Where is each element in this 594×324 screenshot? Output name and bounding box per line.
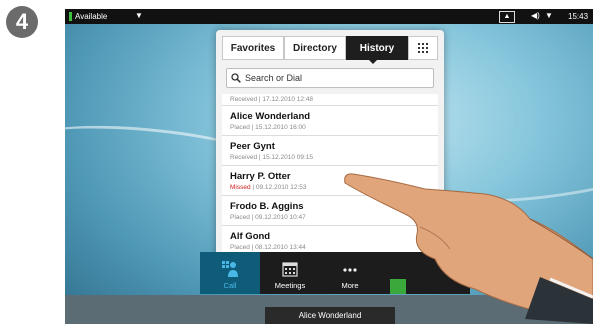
tab-directory[interactable]: Directory bbox=[284, 36, 346, 60]
meetings-button-label: Meetings bbox=[274, 281, 306, 290]
availability-status[interactable]: Available bbox=[75, 12, 107, 21]
touch-screen: Available ▼ ▲ ◀) ▼ 15:43 Favorites Direc… bbox=[65, 9, 593, 324]
history-row[interactable]: Received | 17.12.2010 12:48 bbox=[222, 94, 438, 106]
missed-label: Missed bbox=[230, 184, 251, 191]
history-row-name: Peer Gynt bbox=[230, 141, 275, 152]
calendar-icon bbox=[282, 262, 298, 277]
history-row-detail: Placed | 15.12.2010 16:00 bbox=[230, 124, 306, 131]
panel-tabs: Favorites Directory History bbox=[222, 36, 438, 60]
chevron-down-icon[interactable]: ▼ bbox=[135, 11, 143, 20]
meetings-button[interactable]: Meetings bbox=[260, 252, 320, 294]
keypad-button[interactable] bbox=[408, 36, 438, 60]
call-button-label: Call bbox=[223, 281, 237, 290]
chevron-down-icon[interactable]: ▼ bbox=[545, 11, 553, 20]
pointing-hand-icon bbox=[344, 173, 593, 324]
keypad-icon bbox=[418, 43, 428, 53]
availability-indicator-icon bbox=[69, 12, 72, 21]
history-row-detail: Received | 17.12.2010 12:48 bbox=[230, 96, 314, 103]
search-icon bbox=[231, 73, 241, 83]
history-row-date: | 09.12.2010 12:53 bbox=[250, 184, 307, 191]
selfview-icon[interactable]: ▲ bbox=[499, 11, 515, 23]
search-input[interactable]: Search or Dial bbox=[226, 68, 434, 88]
step-number-badge: 4 bbox=[6, 6, 38, 38]
status-bar: Available ▼ ▲ ◀) ▼ 15:43 bbox=[65, 9, 593, 24]
clock: 15:43 bbox=[568, 12, 589, 21]
history-row[interactable]: Alice Wonderland Placed | 15.12.2010 16:… bbox=[222, 106, 438, 136]
call-icon bbox=[222, 261, 238, 277]
tab-history[interactable]: History bbox=[346, 36, 408, 60]
history-row-name: Alice Wonderland bbox=[230, 111, 311, 122]
tab-favorites[interactable]: Favorites bbox=[222, 36, 284, 60]
active-tab-pointer bbox=[368, 59, 378, 64]
volume-icon[interactable]: ◀) bbox=[531, 11, 540, 20]
search-placeholder: Search or Dial bbox=[245, 73, 303, 83]
call-button[interactable]: Call bbox=[200, 252, 260, 294]
